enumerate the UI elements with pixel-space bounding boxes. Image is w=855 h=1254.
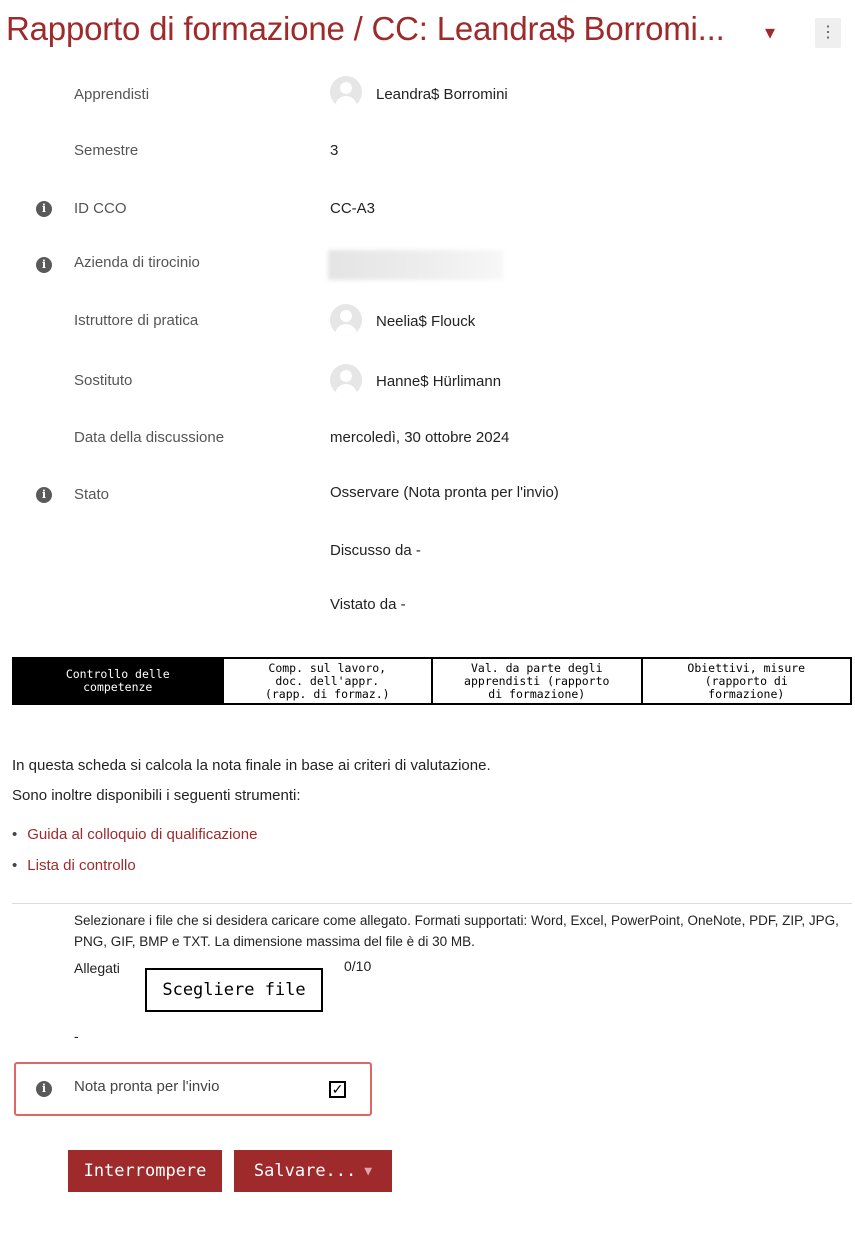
info-icon[interactable]: i — [36, 487, 52, 503]
ready-label: Nota pronta per l'invio — [74, 1078, 220, 1095]
approved-by: Vistato da - — [330, 596, 406, 613]
field-label: Istruttore di pratica — [74, 312, 199, 329]
field-value: CC-A3 — [330, 200, 376, 217]
field-value: 3 — [330, 142, 339, 159]
cancel-button[interactable]: Interrompere — [68, 1150, 222, 1192]
person-name[interactable]: Leandra$ Borromini — [376, 86, 508, 103]
link-lista-controllo[interactable]: Lista di controllo — [27, 857, 135, 874]
avatar — [330, 76, 362, 108]
field-label: Data della discussione — [74, 429, 225, 446]
intro-text: In questa scheda si calcola la nota fina… — [12, 757, 491, 774]
person-name[interactable]: Neelia$ Flouck — [376, 313, 475, 330]
attachments-label: Allegati — [74, 960, 120, 976]
person-name[interactable]: Hanne$ Hürlimann — [376, 373, 501, 390]
info-icon[interactable]: i — [36, 201, 52, 217]
discussed-by: Discusso da - — [330, 542, 421, 559]
field-label: Apprendisti — [74, 86, 150, 103]
tab-controllo-competenze[interactable]: Controllo delle competenze — [14, 659, 222, 703]
field-apprendisti: Apprendisti Leandra$ Borromini — [0, 72, 855, 112]
tab-bar: Controllo delle competenze Comp. sul lav… — [12, 657, 852, 705]
field-id-cco: i ID CCO CC-A3 — [0, 190, 855, 230]
info-icon[interactable]: i — [36, 257, 52, 273]
link-guida-colloquio[interactable]: Guida al colloquio di qualificazione — [27, 826, 257, 843]
attachment-count: 0/10 — [344, 958, 372, 974]
field-label: ID CCO — [74, 200, 127, 217]
field-semestre: Semestre 3 — [0, 132, 855, 172]
save-caret-icon[interactable]: ▼ — [364, 1164, 372, 1179]
attachments-empty: - — [74, 1028, 79, 1044]
info-icon[interactable]: i — [36, 1081, 52, 1097]
field-azienda: i Azienda di tirocinio — [0, 246, 855, 286]
title-dropdown-caret-icon[interactable]: ▾ — [765, 20, 775, 45]
tab-comp-lavoro[interactable]: Comp. sul lavoro, doc. dell'appr. (rapp.… — [221, 659, 431, 703]
field-label: Stato — [74, 486, 110, 503]
choose-file-button[interactable]: Scegliere file — [145, 968, 323, 1012]
list-item: • Guida al colloquio di qualificazione — [12, 826, 257, 843]
save-button[interactable]: Salvare... ▼ — [234, 1150, 392, 1192]
divider — [12, 903, 852, 904]
field-istruttore: Istruttore di pratica Neelia$ Flouck — [0, 304, 855, 344]
tab-val-apprendisti[interactable]: Val. da parte degli apprendisti (rapport… — [431, 659, 641, 703]
avatar — [330, 304, 362, 336]
page-header: Rapporto di formazione / CC: Leandra$ Bo… — [0, 6, 855, 56]
avatar — [330, 364, 362, 396]
ready-checkbox[interactable]: ✓ — [329, 1081, 346, 1098]
field-data-discussione: Data della discussione mercoledì, 30 ott… — [0, 420, 855, 460]
attachment-help-text: Selezionare i file che si desidera caric… — [74, 913, 839, 949]
field-label: Azienda di tirocinio — [74, 254, 200, 271]
field-sostituto: Sostituto Hanne$ Hürlimann — [0, 364, 855, 404]
list-item: • Lista di controllo — [12, 857, 136, 874]
save-button-label: Salvare... — [253, 1161, 357, 1181]
field-label: Sostituto — [74, 372, 133, 389]
more-menu-icon[interactable]: ⋮ — [815, 18, 841, 48]
field-label: Semestre — [74, 142, 139, 159]
intro-text-tools: Sono inoltre disponibili i seguenti stru… — [12, 787, 301, 804]
redacted-value — [328, 250, 503, 280]
status-value: Osservare (Nota pronta per l'invio) — [330, 484, 559, 501]
bullet-icon: • — [12, 826, 18, 843]
page-title: Rapporto di formazione / CC: Leandra$ Bo… — [6, 10, 725, 47]
tab-obiettivi-misure[interactable]: Obiettivi, misure (rapporto di formazion… — [640, 659, 850, 703]
field-stato: i Stato Osservare (Nota pronta per l'inv… — [0, 476, 855, 626]
bullet-icon: • — [12, 857, 18, 874]
field-value: mercoledì, 30 ottobre 2024 — [330, 429, 510, 446]
